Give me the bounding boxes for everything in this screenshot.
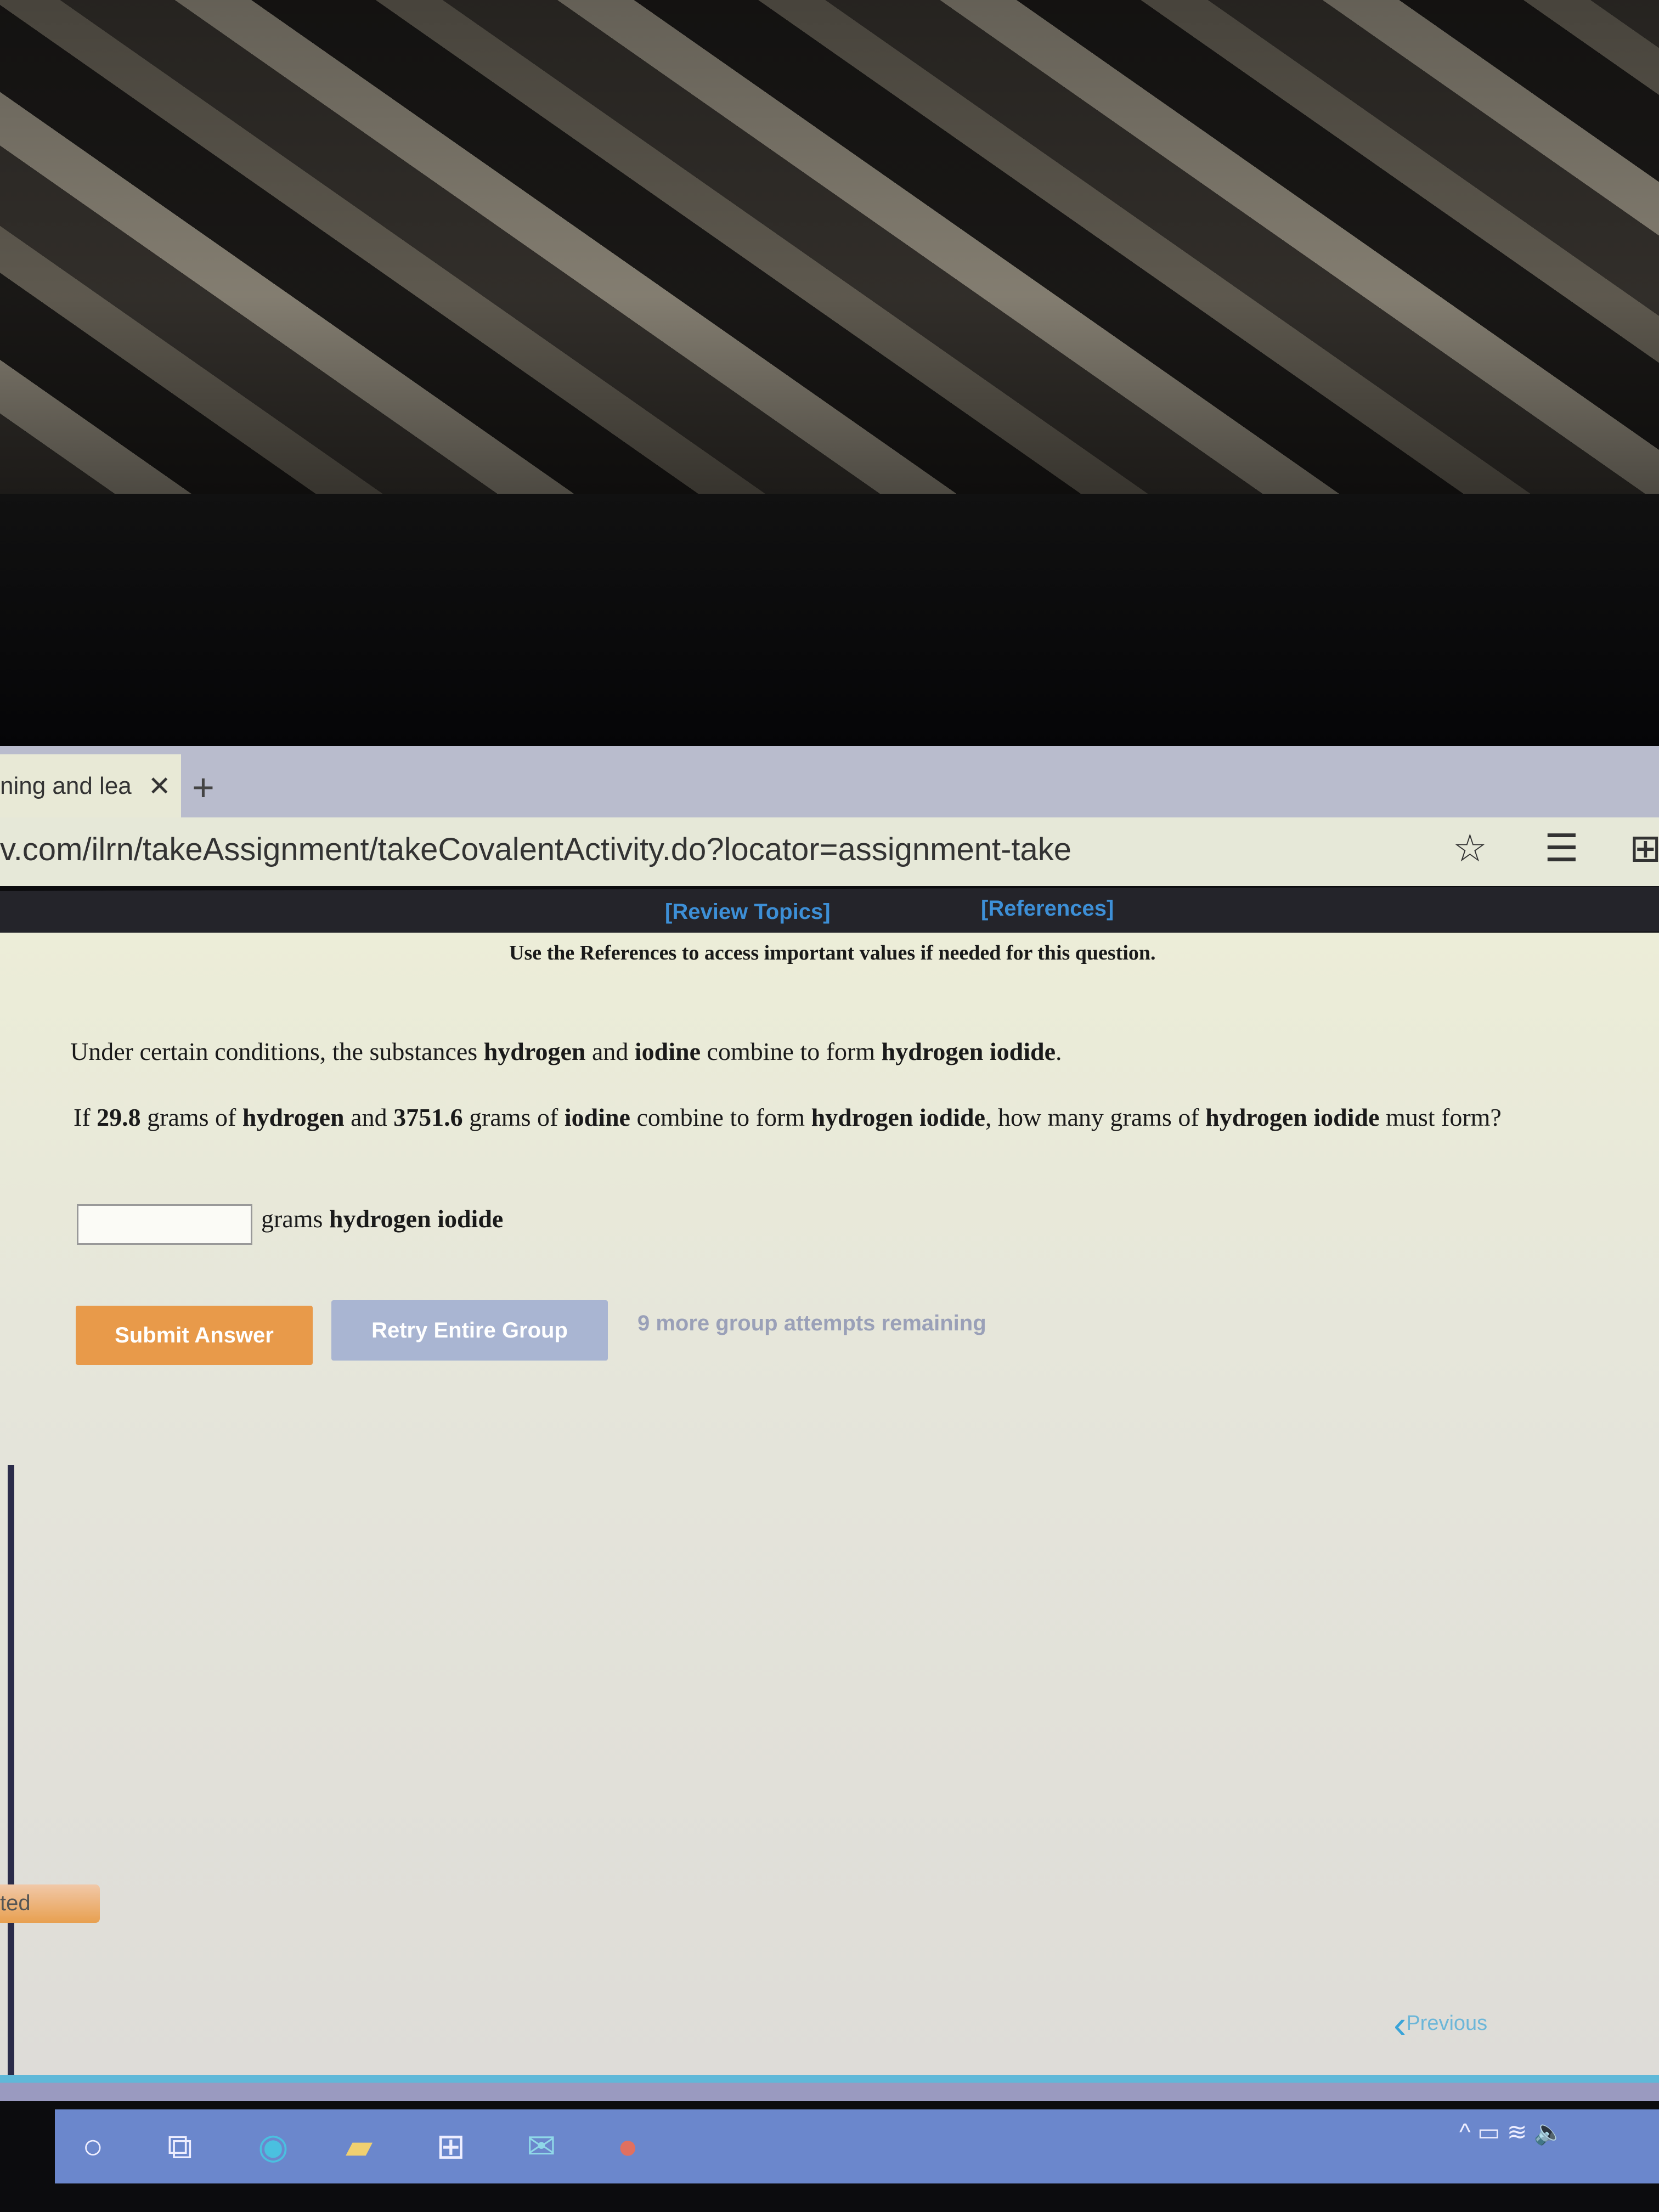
- sidebar-edge: [8, 1465, 14, 2079]
- text: and: [344, 1103, 394, 1131]
- text: If: [74, 1103, 97, 1131]
- edge-browser-icon[interactable]: ◉: [258, 2126, 289, 2167]
- browser-tab-bar: [0, 746, 1659, 817]
- laptop-bezel: [0, 494, 1659, 746]
- question-prompt: If 29.8 grams of hydrogen and 3751.6 gra…: [74, 1094, 1632, 1141]
- tab-title: ning and lea: [0, 772, 132, 799]
- attempts-remaining: 9 more group attempts remaining: [637, 1311, 986, 1335]
- text: hydrogen: [242, 1103, 345, 1131]
- text: 29.8: [97, 1103, 141, 1131]
- text: iodine: [564, 1103, 630, 1131]
- mail-icon[interactable]: ✉: [527, 2126, 556, 2167]
- browser-tab[interactable]: ning and lea ✕: [0, 754, 181, 817]
- system-tray[interactable]: ^ ▭ ≋ 🔈: [1459, 2118, 1564, 2146]
- reference-note: Use the References to access important v…: [509, 941, 1156, 964]
- background-photo: [0, 0, 1659, 494]
- previous-label: Previous: [1406, 2012, 1488, 2035]
- previous-button[interactable]: ‹Previous: [1393, 2002, 1487, 2046]
- text: Under certain conditions, the substances: [70, 1037, 484, 1065]
- sidebar-status-tab[interactable]: ted: [0, 1884, 100, 1923]
- submit-answer-button[interactable]: Submit Answer: [76, 1306, 313, 1365]
- cortana-icon[interactable]: ○: [82, 2126, 104, 2166]
- chevron-up-icon[interactable]: ^: [1459, 2119, 1471, 2146]
- text: hydrogen iodide: [811, 1103, 985, 1131]
- battery-icon[interactable]: ▭: [1477, 2119, 1500, 2146]
- text: must form?: [1379, 1103, 1502, 1131]
- text: combine to form: [630, 1103, 811, 1131]
- text: .: [1056, 1037, 1062, 1065]
- answer-input[interactable]: [77, 1204, 252, 1245]
- text: hydrogen iodide: [881, 1037, 1056, 1065]
- page-footer-stripe: [0, 2075, 1659, 2101]
- powerpoint-icon[interactable]: ●: [617, 2126, 639, 2166]
- text: hydrogen: [483, 1037, 586, 1065]
- text: grams: [261, 1205, 329, 1233]
- question-intro: Under certain conditions, the substances…: [70, 1037, 1062, 1066]
- favorites-star-icon[interactable]: ☆: [1453, 826, 1487, 871]
- reading-list-icon[interactable]: ☰: [1544, 826, 1579, 871]
- text: grams of: [462, 1103, 565, 1131]
- file-explorer-icon[interactable]: ▰: [346, 2126, 373, 2167]
- review-topics-link[interactable]: [Review Topics]: [665, 900, 831, 924]
- text: hydrogen iodide: [1205, 1103, 1380, 1131]
- store-icon[interactable]: ⊞: [436, 2126, 466, 2167]
- windows-taskbar: [55, 2109, 1659, 2183]
- chevron-left-icon: ‹: [1393, 2003, 1407, 2046]
- collections-icon[interactable]: ⊞: [1629, 826, 1659, 871]
- answer-unit-label: grams hydrogen iodide: [261, 1204, 503, 1233]
- close-tab-icon[interactable]: ✕: [148, 770, 171, 802]
- text: 3751.6: [393, 1103, 463, 1131]
- text: hydrogen iodide: [329, 1205, 504, 1233]
- references-link[interactable]: [References]: [981, 896, 1114, 921]
- text: and: [585, 1037, 635, 1065]
- url-text[interactable]: v.com/ilrn/takeAssignment/takeCovalentAc…: [0, 831, 1071, 868]
- text: combine to form: [701, 1037, 882, 1065]
- retry-entire-group-button[interactable]: Retry Entire Group: [331, 1300, 608, 1361]
- text: grams of: [140, 1103, 242, 1131]
- wifi-icon[interactable]: ≋: [1507, 2119, 1527, 2146]
- task-view-icon[interactable]: ⧉: [167, 2126, 193, 2167]
- new-tab-button[interactable]: +: [192, 765, 215, 809]
- text: , how many grams of: [985, 1103, 1206, 1131]
- text: iodine: [634, 1037, 701, 1065]
- volume-icon[interactable]: 🔈: [1534, 2119, 1564, 2146]
